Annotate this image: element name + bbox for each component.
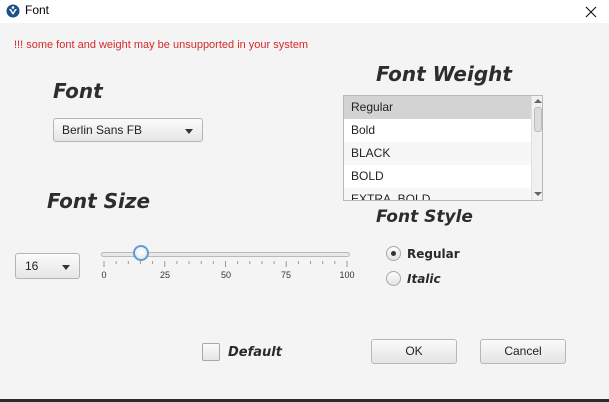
chevron-down-icon xyxy=(62,265,70,270)
font-weight-item[interactable]: Regular xyxy=(344,96,531,119)
font-weight-item[interactable]: BLACK xyxy=(344,142,531,165)
font-size-slider[interactable]: 0 25 50 75 100 xyxy=(101,243,355,281)
style-radio-italic[interactable]: Italic xyxy=(386,271,441,286)
slider-tick-label: 25 xyxy=(159,270,171,280)
font-family-dropdown[interactable]: Berlin Sans FB xyxy=(53,118,203,142)
font-weight-item[interactable]: BOLD xyxy=(344,165,531,188)
font-size-dropdown[interactable]: 16 xyxy=(15,253,80,279)
slider-tick-label: 75 xyxy=(280,270,292,280)
title-bar: Font xyxy=(0,0,609,23)
warning-message: !!! some font and weight may be unsuppor… xyxy=(14,39,309,51)
radio-button[interactable] xyxy=(386,246,401,261)
style-radio-regular[interactable]: Regular xyxy=(386,246,460,261)
slider-tick-label: 100 xyxy=(339,270,355,280)
style-italic-label: Italic xyxy=(407,271,441,286)
chevron-down-icon xyxy=(185,129,193,134)
font-size-heading: Font Size xyxy=(47,189,151,213)
close-icon xyxy=(585,6,596,17)
cancel-button[interactable]: Cancel xyxy=(480,339,566,364)
font-family-value: Berlin Sans FB xyxy=(62,123,143,137)
radio-selected-dot xyxy=(391,251,396,256)
font-weight-heading: Font Weight xyxy=(376,62,512,86)
slider-thumb[interactable] xyxy=(132,245,149,261)
close-button[interactable] xyxy=(572,0,609,23)
font-size-value: 16 xyxy=(25,259,39,273)
scrollbar-thumb[interactable] xyxy=(534,107,542,132)
scroll-down-arrow-icon[interactable] xyxy=(534,192,542,196)
font-weight-item[interactable]: EXTRA_BOLD xyxy=(344,188,531,200)
slider-tick-label: 50 xyxy=(220,270,232,280)
window-title: Font xyxy=(25,3,50,17)
style-regular-label: Regular xyxy=(407,246,460,261)
ok-button[interactable]: OK xyxy=(371,339,457,364)
slider-tick-label: 0 xyxy=(101,270,107,280)
font-weight-item[interactable]: Bold xyxy=(344,119,531,142)
default-label: Default xyxy=(228,344,282,360)
font-style-heading: Font Style xyxy=(376,207,473,227)
font-weight-list[interactable]: Regular Bold BLACK BOLD EXTRA_BOLD xyxy=(343,95,543,201)
checkbox-box[interactable] xyxy=(202,343,220,361)
scroll-up-arrow-icon[interactable] xyxy=(534,99,542,103)
radio-button[interactable] xyxy=(386,271,401,286)
font-heading: Font xyxy=(53,79,103,103)
app-logo-icon xyxy=(6,4,20,18)
default-checkbox[interactable]: Default xyxy=(202,343,282,361)
font-weight-scrollbar[interactable] xyxy=(531,96,542,200)
